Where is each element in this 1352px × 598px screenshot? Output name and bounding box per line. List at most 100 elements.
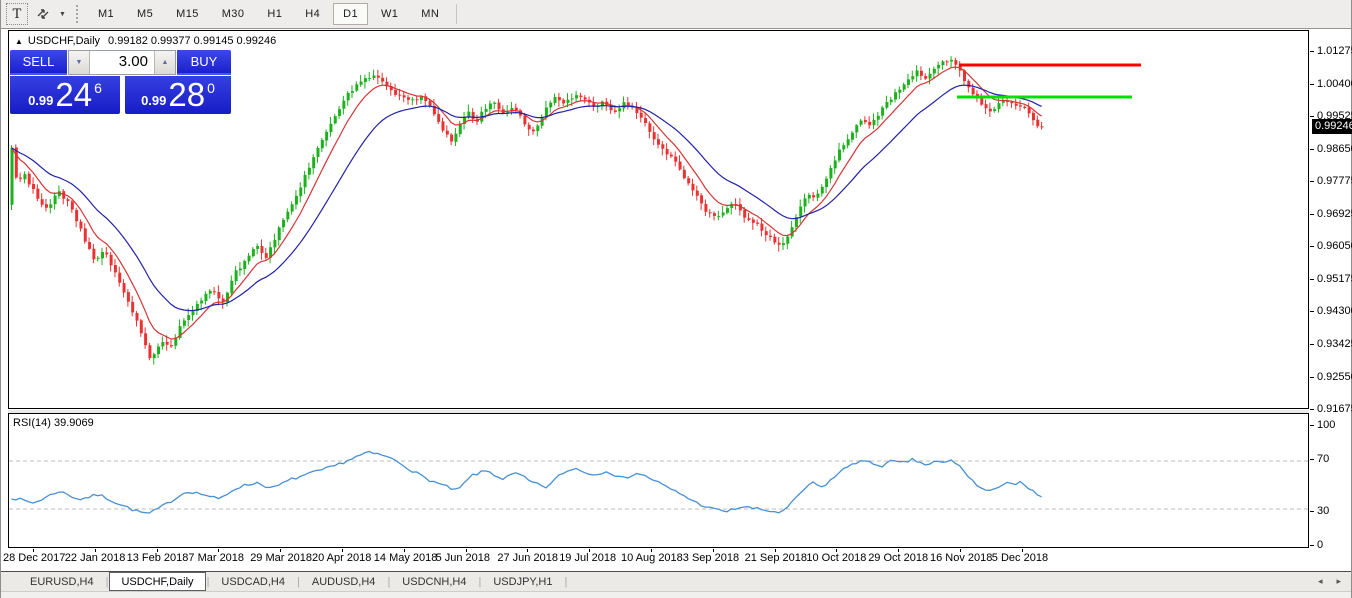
timeframe-button-m30[interactable]: M30 bbox=[212, 3, 255, 25]
buy-price-pips: 28 bbox=[168, 78, 205, 112]
date-axis-tick bbox=[218, 549, 219, 552]
chart-tab-bar: EURUSD,H4|USDCHF,Daily|USDCAD,H4|AUDUSD,… bbox=[1, 571, 1351, 591]
price-axis-label: 0.92550 bbox=[1317, 371, 1352, 383]
timeframe-button-m15[interactable]: M15 bbox=[166, 3, 209, 25]
rsi-name: RSI(14) bbox=[13, 417, 51, 429]
date-axis-label: 14 May 2018 bbox=[374, 552, 438, 564]
date-axis-tick bbox=[33, 549, 34, 552]
buy-price-display[interactable]: 0.99 28 0 bbox=[125, 76, 231, 114]
collapse-triangle-icon[interactable]: ▲ bbox=[15, 37, 23, 46]
chevron-down-icon[interactable]: ▼ bbox=[59, 11, 66, 18]
price-axis-label: 0.96925 bbox=[1317, 208, 1352, 220]
price-axis-tick bbox=[1310, 51, 1314, 52]
chart-tab-usdchf[interactable]: USDCHF,Daily bbox=[109, 572, 205, 591]
rsi-axis-label: 0 bbox=[1317, 539, 1323, 551]
price-axis-tick bbox=[1310, 116, 1314, 117]
date-axis-label: 28 Dec 2017 bbox=[3, 552, 65, 564]
price-axis-tick bbox=[1310, 181, 1314, 182]
volume-decrease-button[interactable]: ▼ bbox=[69, 51, 90, 74]
date-axis-label: 21 Sep 2018 bbox=[745, 552, 807, 564]
date-axis-tick bbox=[713, 549, 714, 552]
price-axis-label: 1.00400 bbox=[1317, 78, 1352, 90]
tab-scroll-left-icon[interactable]: ◂ bbox=[1318, 576, 1323, 587]
chart-tab-usdcnh[interactable]: USDCNH,H4 bbox=[391, 572, 477, 591]
date-axis-label: 10 Oct 2018 bbox=[806, 552, 866, 564]
date-axis-tick bbox=[775, 549, 776, 552]
date-axis-label: 16 Nov 2018 bbox=[930, 552, 992, 564]
date-axis-label: 13 Feb 2018 bbox=[127, 552, 189, 564]
price-axis-tick bbox=[1310, 149, 1314, 150]
chart-tab-usdjpy[interactable]: USDJPY,H1 bbox=[482, 572, 563, 591]
rsi-axis-label: 100 bbox=[1317, 419, 1335, 431]
date-axis-label: 7 Mar 2018 bbox=[188, 552, 244, 564]
one-click-trading-panel: SELL ▼ 3.00 ▲ BUY 0.99 24 6 0.99 bbox=[10, 50, 231, 114]
price-axis-tick bbox=[1310, 214, 1314, 215]
date-axis-tick bbox=[651, 549, 652, 552]
rsi-axis-tick bbox=[1310, 425, 1314, 426]
rsi-current-value: 39.9069 bbox=[54, 417, 94, 429]
price-axis-label: 0.93425 bbox=[1317, 338, 1352, 350]
price-chart-pane[interactable]: ▲ USDCHF,Daily 0.99182 0.99377 0.99145 0.9… bbox=[8, 30, 1309, 409]
chart-tab-usdcad[interactable]: USDCAD,H4 bbox=[210, 572, 296, 591]
buy-price-frac: 0.99 bbox=[141, 93, 166, 108]
timeframe-button-h4[interactable]: H4 bbox=[295, 3, 330, 25]
timeframe-button-d1[interactable]: D1 bbox=[333, 3, 368, 25]
terminal-window: T ▼ M1M5M15M30H1H4D1W1MN ▲ USDCHF,Daily 0.… bbox=[0, 0, 1352, 598]
price-axis-tick bbox=[1310, 279, 1314, 280]
price-axis-tick bbox=[1310, 84, 1314, 85]
date-axis-tick bbox=[404, 549, 405, 552]
price-axis-label: 0.97775 bbox=[1317, 175, 1352, 187]
chart-workspace: ▲ USDCHF,Daily 0.99182 0.99377 0.99145 0.9… bbox=[1, 29, 1351, 571]
price-axis-tick bbox=[1310, 377, 1314, 378]
top-toolbar: T ▼ M1M5M15M30H1H4D1W1MN bbox=[1, 0, 1351, 29]
volume-input[interactable]: 3.00 bbox=[90, 51, 154, 74]
date-axis-tick bbox=[95, 549, 96, 552]
current-price-label: 0.99246 bbox=[1312, 119, 1352, 134]
timeframe-button-mn[interactable]: MN bbox=[411, 3, 449, 25]
crosshair-tool-button[interactable] bbox=[30, 3, 56, 25]
date-axis-label: 5 Dec 2018 bbox=[992, 552, 1048, 564]
buy-price-point: 0 bbox=[207, 80, 215, 96]
chart-tab-audusd[interactable]: AUDUSD,H4 bbox=[301, 572, 387, 591]
rsi-label: RSI(14) 39.9069 bbox=[13, 417, 94, 429]
timeframe-button-w1[interactable]: W1 bbox=[371, 3, 408, 25]
timeframe-button-group: M1M5M15M30H1H4D1W1MN bbox=[88, 3, 452, 25]
timeframe-button-m5[interactable]: M5 bbox=[127, 3, 163, 25]
price-axis-label: 0.94300 bbox=[1317, 305, 1352, 317]
toolbar-drag-handle[interactable] bbox=[76, 5, 80, 23]
rsi-axis-tick bbox=[1310, 511, 1314, 512]
date-axis-label: 22 Jan 2018 bbox=[65, 552, 126, 564]
date-axis-tick bbox=[342, 549, 343, 552]
volume-spinner: ▼ 3.00 ▲ bbox=[68, 50, 176, 75]
tab-scroll-arrows: ◂ ▸ bbox=[1318, 571, 1341, 591]
buy-button[interactable]: BUY bbox=[177, 50, 231, 75]
chart-title: ▲ USDCHF,Daily 0.99182 0.99377 0.99145 0.9… bbox=[15, 35, 276, 47]
timeframe-button-h1[interactable]: H1 bbox=[257, 3, 292, 25]
timeframe-button-m1[interactable]: M1 bbox=[88, 3, 124, 25]
sell-price-display[interactable]: 0.99 24 6 bbox=[10, 76, 120, 114]
sell-button[interactable]: SELL bbox=[10, 50, 67, 75]
sell-price-point: 6 bbox=[94, 80, 102, 96]
date-axis-label: 29 Oct 2018 bbox=[868, 552, 928, 564]
rsi-chart bbox=[9, 414, 1308, 547]
volume-increase-button[interactable]: ▲ bbox=[154, 51, 175, 74]
date-axis-label: 20 Apr 2018 bbox=[312, 552, 371, 564]
chart-symbol-period: USDCHF,Daily bbox=[28, 35, 100, 47]
date-axis-tick bbox=[280, 549, 281, 552]
date-axis-tick bbox=[836, 549, 837, 552]
tab-scroll-right-icon[interactable]: ▸ bbox=[1336, 576, 1341, 587]
text-tool-button[interactable]: T bbox=[6, 3, 28, 25]
chart-ohlc-values: 0.99182 0.99377 0.99145 0.99246 bbox=[108, 35, 276, 47]
sell-price-pips: 24 bbox=[55, 78, 92, 112]
price-axis-tick bbox=[1310, 311, 1314, 312]
double-arrow-icon bbox=[35, 6, 51, 22]
price-axis-label: 0.98650 bbox=[1317, 143, 1352, 155]
rsi-indicator-pane[interactable]: RSI(14) 39.9069 bbox=[8, 413, 1309, 548]
chart-tab-eurusd[interactable]: EURUSD,H4 bbox=[19, 572, 105, 591]
date-axis-label: 3 Sep 2018 bbox=[683, 552, 739, 564]
tab-separator: | bbox=[563, 576, 568, 588]
rsi-axis-label: 70 bbox=[1317, 453, 1329, 465]
sell-price-frac: 0.99 bbox=[28, 93, 53, 108]
toolbar-separator bbox=[456, 4, 457, 24]
date-axis-label: 10 Aug 2018 bbox=[621, 552, 683, 564]
